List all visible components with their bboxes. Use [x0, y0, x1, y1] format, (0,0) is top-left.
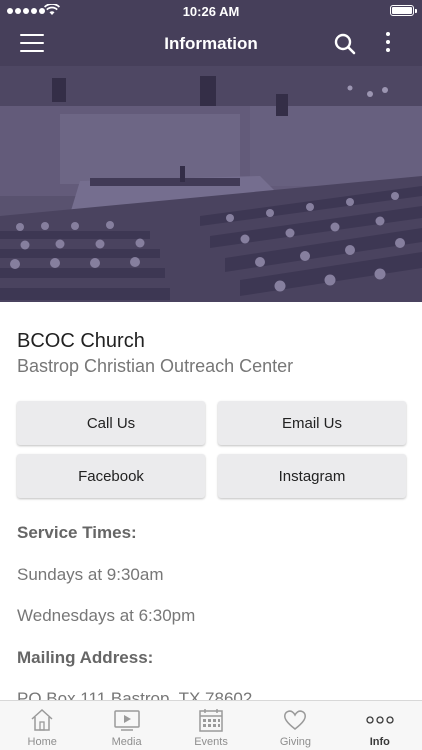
- mailing-address: PO Box 111 Bastrop, TX 78602: [17, 689, 253, 700]
- home-icon: [31, 708, 53, 731]
- info-content: BCOC Church Bastrop Christian Outreach C…: [0, 302, 422, 700]
- search-icon[interactable]: [334, 33, 356, 55]
- media-icon: [113, 710, 140, 731]
- service-times-heading: Service Times:: [17, 523, 137, 542]
- heart-icon: [284, 710, 307, 730]
- tab-label: Giving: [279, 736, 312, 748]
- tab-label: Events: [194, 736, 228, 748]
- battery-icon: [390, 5, 417, 16]
- tab-bar: Home Media Events Giving Info: [0, 700, 422, 750]
- tab-label: Info: [369, 736, 390, 748]
- tab-giving[interactable]: Giving: [253, 701, 337, 750]
- tab-label: Home: [27, 736, 57, 748]
- calendar-icon: [199, 709, 223, 732]
- more-horizontal-icon: [366, 716, 394, 724]
- tab-events[interactable]: Events: [169, 701, 253, 750]
- status-time: 10:26 AM: [182, 4, 240, 19]
- church-full-name: Bastrop Christian Outreach Center: [17, 356, 294, 376]
- tab-label: Media: [111, 736, 142, 748]
- tab-media[interactable]: Media: [84, 701, 168, 750]
- call-us-button[interactable]: Call Us: [17, 401, 205, 445]
- email-us-button[interactable]: Email Us: [218, 401, 406, 445]
- church-name: BCOC Church: [17, 330, 145, 352]
- facebook-button[interactable]: Facebook: [17, 454, 205, 498]
- mailing-address-heading: Mailing Address:: [17, 648, 154, 667]
- hero-image: [0, 66, 422, 302]
- tab-home[interactable]: Home: [0, 701, 84, 750]
- more-vertical-icon[interactable]: [386, 32, 392, 56]
- instagram-button[interactable]: Instagram: [218, 454, 406, 498]
- service-time-item: Sundays at 9:30am: [17, 565, 164, 584]
- nav-bar: Information: [0, 22, 422, 66]
- page-title: Information: [164, 34, 258, 53]
- service-time-item: Wednesdays at 6:30pm: [17, 606, 196, 625]
- tab-info[interactable]: Info: [338, 701, 422, 750]
- status-bar: 10:26 AM: [0, 0, 422, 22]
